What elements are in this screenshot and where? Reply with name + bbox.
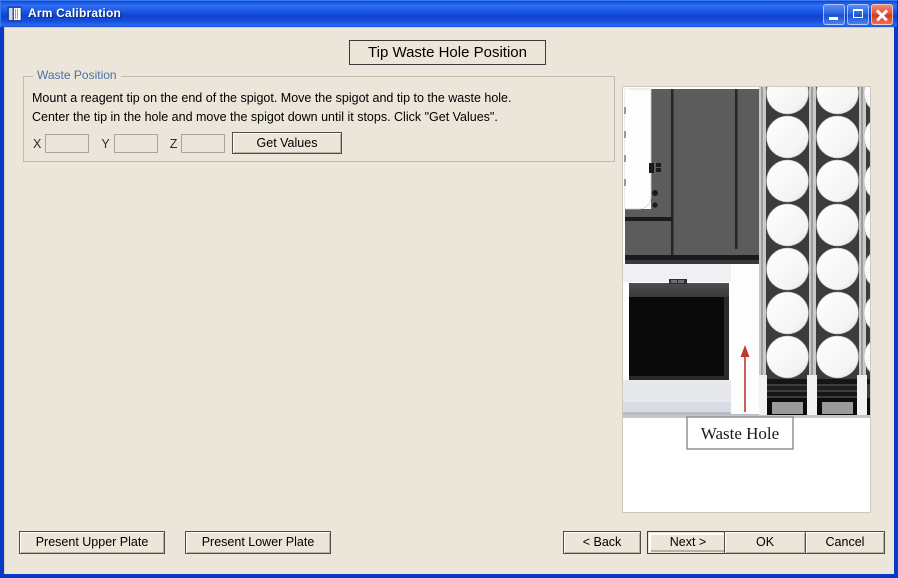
reference-photo-panel: Waste Hole <box>622 86 871 513</box>
waste-hole-callout-text: Waste Hole <box>701 424 779 443</box>
application-window: Arm Calibration Tip Waste Hole Position … <box>0 0 898 578</box>
back-button[interactable]: < Back <box>563 531 641 554</box>
coordinate-fields: X Y Z <box>33 134 226 153</box>
client-area: Tip Waste Hole Position Waste Position M… <box>4 27 894 574</box>
app-window-icon <box>7 6 23 22</box>
present-upper-plate-button[interactable]: Present Upper Plate <box>19 531 165 554</box>
x-input[interactable] <box>45 134 90 153</box>
maximize-icon[interactable] <box>847 4 869 25</box>
waste-position-group: Waste Position Mount a reagent tip on th… <box>23 68 615 162</box>
z-label: Z <box>169 136 178 151</box>
y-input[interactable] <box>113 134 158 153</box>
next-button[interactable]: Next > <box>647 531 729 554</box>
x-label: X <box>33 136 42 151</box>
present-lower-plate-button[interactable]: Present Lower Plate <box>185 531 331 554</box>
instrument-photo: Waste Hole <box>623 87 870 512</box>
close-icon[interactable] <box>871 4 893 25</box>
get-values-button[interactable]: Get Values <box>232 132 342 154</box>
window-frame-bottom <box>0 574 898 578</box>
window-frame-right <box>894 27 898 578</box>
instructions-text: Mount a reagent tip on the end of the sp… <box>32 91 512 124</box>
page-title: Tip Waste Hole Position <box>349 40 546 65</box>
minimize-icon[interactable] <box>823 4 845 25</box>
window-controls <box>823 4 893 25</box>
cancel-button[interactable]: Cancel <box>805 531 885 554</box>
z-input[interactable] <box>181 134 226 153</box>
group-legend: Waste Position <box>33 68 121 82</box>
y-label: Y <box>101 136 110 151</box>
title-bar[interactable]: Arm Calibration <box>0 0 898 27</box>
ok-button[interactable]: OK <box>724 531 806 554</box>
window-title: Arm Calibration <box>28 6 122 20</box>
